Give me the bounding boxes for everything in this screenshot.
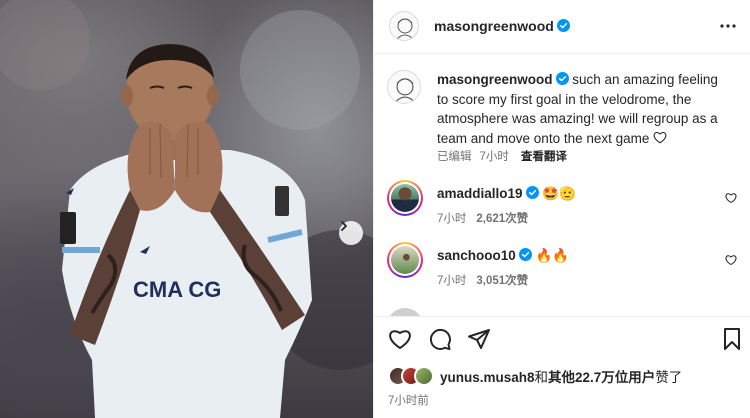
caption-username[interactable]: masongreenwood xyxy=(437,72,553,87)
author-username[interactable]: masongreenwood xyxy=(434,18,554,34)
caption-meta: 已编辑 7小时 查看翻译 xyxy=(437,148,575,164)
heart-icon[interactable] xyxy=(388,327,412,351)
post-photo[interactable]: CMA CG xyxy=(0,0,373,418)
commenter-avatar[interactable] xyxy=(387,242,423,278)
likes-joiner: 和 xyxy=(534,370,549,385)
liker-avatars[interactable] xyxy=(388,366,434,386)
chevron-right-icon xyxy=(341,221,347,231)
comment-text: 🤩🫡 xyxy=(542,186,576,201)
comment-likes[interactable]: 2,621次赞 xyxy=(476,213,528,225)
likes-others[interactable]: 其他22.7万位用户 xyxy=(548,370,655,385)
commenter-avatar[interactable] xyxy=(387,180,423,216)
post-timestamp[interactable]: 7小时前 xyxy=(388,392,429,408)
comment-like-heart-icon[interactable] xyxy=(725,254,737,266)
comment-item: sanchooo10 🔥🔥 7小时 3,051次赞 xyxy=(387,242,737,296)
comment-item-partial xyxy=(387,308,737,316)
comment-text: 🔥🔥 xyxy=(535,248,570,263)
avatar-sketch-icon xyxy=(394,78,416,103)
comment-icon[interactable] xyxy=(428,327,452,351)
post-side-panel: masongreenwood masongreenwood such an am… xyxy=(373,0,750,418)
verified-badge-icon xyxy=(556,19,570,32)
next-photo-button[interactable] xyxy=(339,221,363,245)
comment-time: 7小时 xyxy=(437,213,467,225)
heart-outline-icon xyxy=(653,131,667,143)
liker-username[interactable]: yunus.musah8 xyxy=(440,370,535,385)
share-icon[interactable] xyxy=(467,327,491,351)
verified-badge-icon xyxy=(525,186,539,199)
likes-text: yunus.musah8和其他22.7万位用户赞了 xyxy=(440,366,682,386)
comment-item: amaddiallo19 🤩🫡 7小时 2,621次赞 xyxy=(387,180,737,234)
caption-author-avatar[interactable] xyxy=(387,70,421,104)
post-header: masongreenwood xyxy=(374,0,750,54)
shirt-sponsor: CMA CG xyxy=(133,277,221,302)
liker-avatar xyxy=(414,366,434,386)
author-avatar[interactable] xyxy=(389,11,419,41)
avatar-sketch-icon xyxy=(395,18,415,40)
player-illustration: CMA CG xyxy=(0,0,373,418)
caption-time: 7小时 xyxy=(479,151,509,163)
verified-badge-icon xyxy=(518,248,532,261)
more-options-icon[interactable] xyxy=(719,17,737,35)
comment-username[interactable]: amaddiallo19 xyxy=(437,186,523,201)
caption-body: masongreenwood such an amazing feeling t… xyxy=(437,70,732,148)
caption-edited: 已编辑 xyxy=(437,151,472,163)
comment-time: 7小时 xyxy=(437,275,467,287)
post-actions: yunus.musah8和其他22.7万位用户赞了 7小时前 xyxy=(374,316,750,418)
bookmark-icon[interactable] xyxy=(720,327,744,351)
comment-username[interactable]: sanchooo10 xyxy=(437,248,516,263)
likes-summary: yunus.musah8和其他22.7万位用户赞了 xyxy=(388,365,682,387)
see-translation-link[interactable]: 查看翻译 xyxy=(521,151,567,163)
comment-like-heart-icon[interactable] xyxy=(725,192,737,204)
comment-likes[interactable]: 3,051次赞 xyxy=(476,275,528,287)
verified-badge-icon xyxy=(555,72,569,85)
likes-suffix: 赞了 xyxy=(655,370,683,385)
